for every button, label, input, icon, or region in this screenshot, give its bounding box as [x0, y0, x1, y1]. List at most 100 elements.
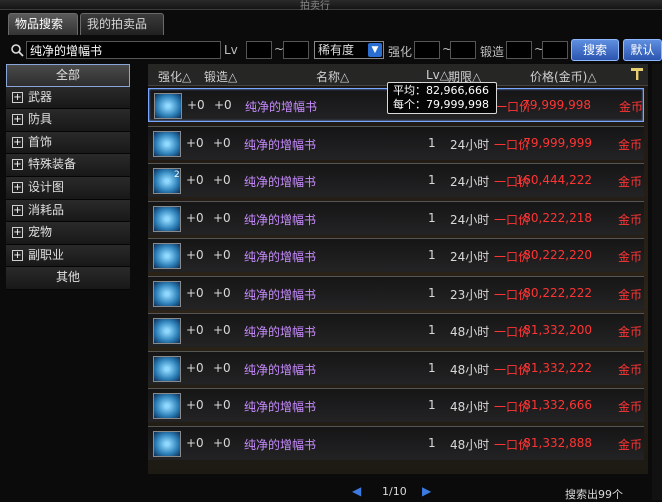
- level-value: 1: [428, 323, 436, 337]
- strengthen-value: +0: [186, 323, 204, 337]
- period-value: 48小时: [450, 400, 490, 414]
- level-value: 1: [428, 398, 436, 412]
- table-row[interactable]: +0 +0 纯净的增幅书 1 48小时 一口价 81,332,222 金币: [148, 350, 644, 385]
- search-button[interactable]: 搜索: [571, 39, 619, 61]
- expand-icon[interactable]: +: [12, 227, 23, 239]
- default-button[interactable]: 默认: [623, 39, 662, 61]
- forge-value: +0: [213, 323, 231, 337]
- strengthen-label: 强化: [388, 45, 413, 59]
- tooltip-each: 每个：79,999,998: [393, 98, 489, 111]
- price-value: 81,332,666: [523, 398, 592, 412]
- strengthen-value: +0: [186, 173, 204, 187]
- forge-value: +0: [213, 173, 231, 187]
- price-value: 81,332,222: [523, 360, 592, 375]
- window-title: 拍卖行: [300, 1, 330, 12]
- col-strengthen-header[interactable]: 强化△: [158, 68, 191, 85]
- sidebar-item-consumable[interactable]: + 消耗品: [6, 199, 130, 223]
- forge-max-input[interactable]: [542, 41, 568, 59]
- item-name: 纯净的增幅书: [244, 175, 317, 189]
- rarity-select[interactable]: 稀有度 ▼: [314, 41, 384, 59]
- table-row[interactable]: +0 +0 纯净的增幅书 1 24小时 一口价 80,222,220 金币: [148, 238, 644, 272]
- expand-icon[interactable]: +: [12, 181, 23, 193]
- table-row[interactable]: +0 +0 纯净的增幅书 1 24小时 一口价 79,999,999 金币: [148, 125, 644, 160]
- lv-max-input[interactable]: [283, 41, 309, 59]
- item-name: 纯净的增幅书: [244, 212, 317, 227]
- sidebar-item-armor[interactable]: + 防具: [6, 109, 130, 132]
- rarity-select-value: 稀有度: [318, 43, 355, 57]
- expand-icon[interactable]: +: [12, 114, 23, 126]
- strengthen-value: +0: [186, 135, 204, 150]
- strengthen-value: +0: [186, 360, 204, 375]
- item-icon: [154, 93, 182, 119]
- item-icon: [153, 130, 181, 157]
- tab-my-auctions[interactable]: 我的拍卖品: [80, 13, 164, 35]
- price-value: 80,222,222: [523, 285, 592, 300]
- currency-label: 金币: [618, 362, 643, 377]
- item-icon: [153, 280, 181, 307]
- col-lv-header[interactable]: Lv△: [426, 68, 449, 82]
- forge-value: +0: [213, 360, 231, 375]
- item-icon: 2: [153, 168, 181, 194]
- col-price-header[interactable]: 价格(金币)△: [530, 68, 597, 85]
- currency-label: 金币: [618, 437, 643, 452]
- strengthen-value: +0: [186, 435, 204, 450]
- sidebar-item-label: 宠物: [28, 225, 53, 240]
- expand-icon[interactable]: +: [12, 91, 23, 103]
- currency-label: 金币: [618, 287, 643, 302]
- search-input[interactable]: [26, 41, 221, 59]
- stack-count: 2: [174, 170, 180, 180]
- expand-icon[interactable]: +: [12, 136, 23, 148]
- sidebar-item-other[interactable]: 其他: [6, 267, 130, 290]
- period-value: 24小时: [450, 175, 490, 189]
- sidebar-item-jewelry[interactable]: + 首饰: [6, 131, 130, 155]
- strengthen-max-input[interactable]: [450, 41, 476, 59]
- sidebar-item-pet[interactable]: + 宠物: [6, 222, 130, 245]
- expand-icon[interactable]: +: [12, 204, 23, 216]
- strengthen-value: +0: [186, 398, 204, 412]
- forge-value: +0: [213, 135, 231, 150]
- sidebar-item-subjob[interactable]: + 副职业: [6, 244, 130, 268]
- forge-min-input[interactable]: [506, 41, 532, 59]
- col-name-header[interactable]: 名称△: [316, 68, 349, 85]
- right-scrollbar[interactable]: [652, 64, 662, 500]
- forge-value: +0: [213, 248, 231, 262]
- level-value: 1: [428, 210, 436, 225]
- sidebar-item-label: 防具: [28, 112, 53, 127]
- sidebar-item-weapon[interactable]: + 武器: [6, 86, 130, 110]
- tab-item-search[interactable]: 物品搜索: [8, 13, 78, 35]
- table-row[interactable]: +0 +0 纯净的增幅书 1 24小时 一口价 80,222,218 金币: [148, 200, 644, 235]
- sidebar-item-all[interactable]: 全部: [6, 64, 130, 87]
- sidebar-item-label: 副职业: [28, 247, 65, 262]
- col-forge-header[interactable]: 锻造△: [204, 68, 237, 85]
- strengthen-value: +0: [186, 248, 204, 262]
- table-row[interactable]: 2 +0 +0 纯净的增幅书 1 24小时 一口价 160,444,222 金币: [148, 163, 644, 197]
- expand-icon[interactable]: +: [12, 249, 23, 261]
- table-row[interactable]: +0 +0 纯净的增幅书 1 48小时 一口价 81,332,666 金币: [148, 388, 644, 422]
- strengthen-min-input[interactable]: [414, 41, 440, 59]
- item-name: 纯净的增幅书: [244, 325, 317, 339]
- currency-label: 金币: [618, 175, 643, 189]
- sidebar-item-special-equipment[interactable]: + 特殊装备: [6, 154, 130, 177]
- price-value: 80,222,220: [523, 248, 592, 262]
- prev-page-icon[interactable]: ◀: [352, 484, 366, 498]
- sidebar-item-blueprint[interactable]: + 设计图: [6, 176, 130, 200]
- level-value: 1: [428, 285, 436, 300]
- item-name: 纯净的增幅书: [244, 437, 317, 452]
- forge-value: +0: [213, 435, 231, 450]
- lv-min-input[interactable]: [246, 41, 272, 59]
- currency-label: 金币: [618, 400, 643, 414]
- item-name: 纯净的增幅书: [244, 400, 317, 414]
- level-value: 1: [428, 435, 436, 450]
- table-row[interactable]: +0 +0 纯净的增幅书 1 23小时 一口价 80,222,222 金币: [148, 275, 644, 310]
- level-value: 1: [428, 248, 436, 262]
- item-icon: [153, 318, 181, 344]
- page-indicator: 1/10: [382, 485, 407, 498]
- period-value: 48小时: [450, 362, 490, 377]
- pagination: ◀ 1/10 ▶: [352, 484, 440, 500]
- table-row[interactable]: +0 +0 纯净的增幅书 1 48小时 一口价 81,332,888 金币: [148, 425, 644, 460]
- filter-bar: Lv ~ 稀有度 ▼ 强化 ~ 锻造 ~ 搜索 默认: [4, 38, 662, 64]
- table-row[interactable]: +0 +0 纯净的增幅书 1 48小时 一口价 81,332,200 金币: [148, 313, 644, 347]
- next-page-icon[interactable]: ▶: [422, 484, 436, 498]
- lv-label: Lv: [224, 43, 238, 57]
- expand-icon[interactable]: +: [12, 159, 23, 171]
